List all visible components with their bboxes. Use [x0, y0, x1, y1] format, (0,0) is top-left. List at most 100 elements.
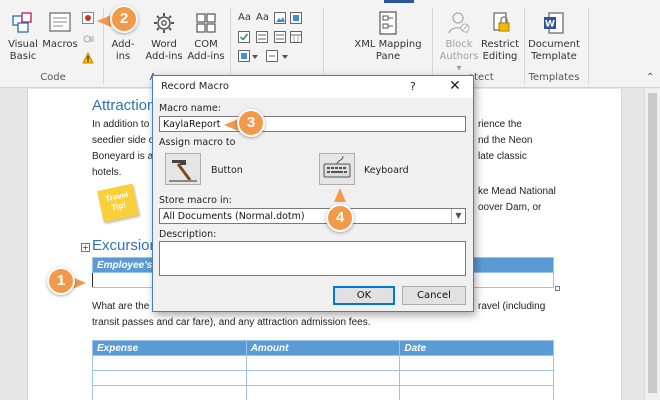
expense-table[interactable]: Expense Amount Date [92, 340, 554, 400]
word-document-icon: W [544, 12, 564, 34]
combo-box-control-icon[interactable] [256, 31, 268, 43]
checkbox-control-icon[interactable] [238, 31, 250, 43]
word-add-ins-label: Word Add-ins [145, 39, 183, 62]
dialog-title: Record Macro [161, 81, 229, 92]
date-header: Date [399, 340, 554, 356]
restrict-editing-button[interactable]: Restrict Editing [478, 10, 522, 63]
lock-icon [493, 12, 510, 32]
vertical-scrollbar[interactable] [644, 89, 660, 400]
callout-step-2: 2 [110, 5, 138, 33]
cancel-button[interactable]: Cancel [402, 286, 466, 305]
add-ins-label: Add- ins [111, 39, 135, 62]
block-authors-button[interactable]: Block Authors ▾ [436, 10, 482, 75]
table-cell[interactable] [245, 385, 401, 400]
restrict-editing-label: Restrict Editing [480, 39, 520, 62]
table-cell[interactable] [92, 370, 247, 386]
keyboard-option-label[interactable]: Keyboard [364, 165, 409, 176]
body-line: seedier side o [92, 135, 155, 146]
body-line: Boneyard is a [92, 151, 154, 162]
group-separator [432, 8, 433, 84]
svg-text:W: W [545, 20, 555, 30]
chevron-down-icon[interactable]: ▼ [451, 209, 465, 223]
table-cell[interactable] [399, 385, 554, 400]
assign-button-button[interactable] [165, 153, 201, 185]
visual-basic-label: Visual Basic [8, 39, 38, 62]
xml-mapping-label: XML Mapping Pane [354, 39, 422, 62]
body-line: rience the [478, 119, 522, 130]
amount-header: Amount [245, 340, 401, 356]
drop-down-control-icon[interactable] [274, 31, 286, 43]
table-resize-handle[interactable] [555, 286, 560, 291]
attractions-heading: Attraction [92, 97, 156, 114]
macro-security-icon[interactable] [82, 52, 94, 64]
callout-pointer [224, 119, 238, 131]
callout-step-1: 1 [47, 267, 75, 295]
com-add-ins-button[interactable]: COM Add-ins [186, 10, 226, 63]
body-line: nd the Neon [478, 135, 533, 146]
document-template-label: Document Template [528, 39, 580, 62]
word-add-ins-button[interactable]: Word Add-ins [144, 10, 184, 63]
callout-step-3: 3 [237, 109, 265, 137]
description-textarea[interactable] [159, 241, 466, 276]
table-row [92, 370, 554, 386]
visual-basic-button[interactable]: Visual Basic [6, 10, 40, 63]
macros-label: Macros [42, 39, 78, 50]
assign-macro-label: Assign macro to [159, 137, 236, 148]
legacy-tools-icon[interactable] [266, 50, 290, 62]
excursions-heading: Excursion [92, 237, 158, 254]
code-group-label: Code [40, 72, 66, 83]
table-cell[interactable] [92, 385, 247, 400]
templates-group-label: Templates [528, 72, 580, 83]
group-separator [323, 8, 324, 84]
macro-name-input[interactable]: KaylaReport [159, 116, 466, 132]
rich-text-control-icon[interactable]: Aa [238, 12, 251, 23]
table-cell[interactable] [245, 370, 401, 386]
plain-text-control-icon[interactable]: Aa [256, 12, 269, 23]
table-cell[interactable] [92, 355, 247, 371]
active-tab-indicator [384, 0, 414, 3]
body-line: transit passes and car fare), and any at… [92, 317, 371, 328]
pause-recording-icon [83, 35, 94, 43]
body-line: hotels. [92, 167, 122, 178]
table-move-handle-icon[interactable]: + [81, 243, 90, 252]
callout-pointer [97, 15, 111, 27]
repeating-section-control-icon[interactable] [238, 50, 260, 62]
store-macro-select[interactable]: All Documents (Normal.dotm) ▼ [159, 208, 466, 224]
button-option-label[interactable]: Button [211, 165, 243, 176]
body-line: late classic [478, 151, 527, 162]
building-block-control-icon[interactable] [290, 12, 302, 24]
group-separator [588, 8, 589, 84]
body-line: ravel (including [478, 301, 546, 312]
gear-icon [154, 13, 174, 33]
store-macro-label: Store macro in: [159, 195, 232, 206]
store-macro-value: All Documents (Normal.dotm) [163, 211, 305, 222]
macros-button[interactable]: Macros [42, 10, 78, 51]
table-cell[interactable] [399, 355, 554, 371]
scrollbar-thumb[interactable] [648, 93, 657, 393]
expense-header: Expense [92, 340, 247, 356]
com-add-ins-label: COM Add-ins [187, 39, 225, 62]
table-cell[interactable] [399, 370, 554, 386]
picture-control-icon[interactable] [274, 12, 286, 24]
group-separator [230, 8, 231, 84]
record-macro-icon[interactable] [82, 12, 94, 24]
visual-basic-icon [12, 12, 32, 33]
ok-button[interactable]: OK [333, 286, 395, 305]
collapse-ribbon-icon[interactable]: ⌃ [646, 72, 654, 83]
table-cell[interactable] [245, 355, 401, 371]
xml-mapping-pane-button[interactable]: XML Mapping Pane [352, 10, 424, 63]
body-line: What are the [92, 301, 150, 312]
person-block-icon [448, 12, 470, 34]
dialog-title-bar: Record Macro ? ✕ [153, 76, 473, 98]
description-label: Description: [159, 229, 217, 240]
com-add-ins-icon [196, 13, 216, 33]
callout-pointer [334, 188, 346, 202]
date-picker-control-icon[interactable] [290, 31, 302, 43]
document-template-button[interactable]: W Document Template [528, 10, 580, 63]
help-button[interactable]: ? [410, 80, 416, 93]
close-icon[interactable]: ✕ [449, 78, 461, 94]
ribbon-tab-strip [0, 0, 660, 6]
assign-keyboard-button[interactable] [319, 153, 355, 185]
body-line: oover Dam, or [478, 202, 542, 213]
callout-step-4: 4 [326, 204, 354, 232]
